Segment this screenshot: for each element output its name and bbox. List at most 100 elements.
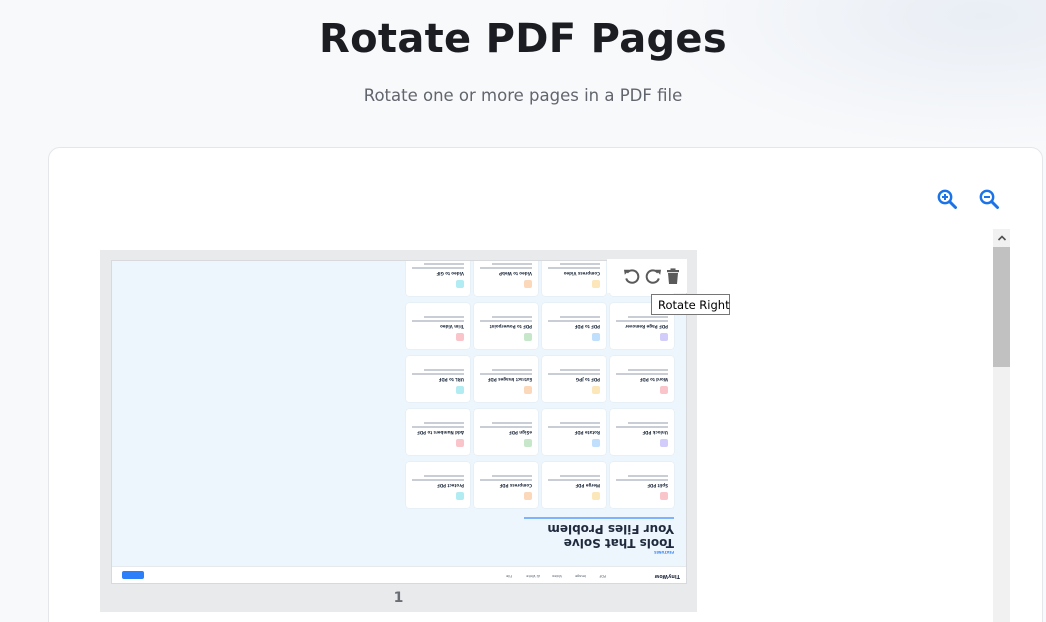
rotate-left-icon bbox=[624, 269, 640, 284]
thumbnail-tool-card: Compress PDF bbox=[474, 462, 538, 508]
delete-page-button[interactable] bbox=[663, 266, 683, 286]
thumbnail-tool-name: Video to GIF bbox=[436, 271, 464, 276]
thumbnail-tool-desc bbox=[560, 422, 600, 424]
thumbnail-tool-desc bbox=[560, 316, 600, 318]
thumbnail-tool-card: Trim Video bbox=[406, 303, 470, 349]
thumbnail-tool-icon bbox=[456, 386, 464, 394]
thumbnail-tool-name: Video to WebP bbox=[499, 271, 532, 276]
thumbnail-tool-desc bbox=[412, 320, 464, 322]
thumbnail-tool-card: Word to PDF bbox=[610, 356, 674, 402]
thumbnail-tool-icon bbox=[456, 492, 464, 500]
thumbnail-tool-card: Unlock PDF bbox=[610, 409, 674, 455]
thumbnail-nav-item: Image bbox=[575, 574, 586, 578]
thumbnail-tool-card: Compress Video bbox=[542, 261, 606, 296]
thumbnail-tool-desc bbox=[424, 263, 464, 265]
thumbnail-tool-name: Merge PDF bbox=[575, 483, 600, 488]
zoom-out-button[interactable] bbox=[977, 187, 1001, 211]
thumbnail-tool-icon bbox=[524, 492, 532, 500]
thumbnail-tool-desc bbox=[424, 422, 464, 424]
thumbnail-tool-card: Protect PDF bbox=[406, 462, 470, 508]
trash-icon bbox=[667, 268, 679, 284]
thumbnail-tool-name: PDF Page Remover bbox=[625, 324, 668, 329]
thumbnail-tool-card: Merge PDF bbox=[542, 462, 606, 508]
thumbnail-tool-name: eSign PDF bbox=[508, 430, 532, 435]
thumbnail-tool-name: Trim Video bbox=[440, 324, 464, 329]
thumbnail-nav-item: AI Write bbox=[526, 574, 540, 578]
thumbnail-tool-desc bbox=[628, 316, 668, 318]
rotate-left-button[interactable] bbox=[622, 266, 642, 286]
thumbnail-tool-card: eSign PDF bbox=[474, 409, 538, 455]
zoom-in-icon bbox=[937, 189, 957, 209]
thumbnail-tool-icon bbox=[660, 333, 668, 341]
thumbnail-tool-card: Video to GIF bbox=[406, 261, 470, 296]
zoom-in-button[interactable] bbox=[935, 187, 959, 211]
thumbnail-nav-button bbox=[122, 571, 144, 579]
thumbnail-tool-desc bbox=[548, 267, 600, 269]
thumbnail-nav-item: File bbox=[506, 574, 512, 578]
page-subtitle: Rotate one or more pages in a PDF file bbox=[363, 86, 683, 105]
thumbnail-navbar: TinyWow PDF Image Video AI Write File bbox=[112, 566, 686, 583]
thumbnail-tool-icon bbox=[660, 492, 668, 500]
thumbnail-heading-line: Your Files Problem bbox=[547, 522, 674, 537]
thumbnail-tool-name: Add Numbers to PDF bbox=[417, 430, 464, 435]
thumbnail-tool-desc bbox=[492, 422, 532, 424]
page-title: Rotate PDF Pages bbox=[319, 16, 727, 62]
scrollbar-thumb[interactable] bbox=[993, 247, 1010, 367]
thumbnail-tool-card: URL to PDF bbox=[406, 356, 470, 402]
thumbnail-tool-desc bbox=[412, 479, 464, 481]
thumbnail-tool-desc bbox=[628, 369, 668, 371]
thumbnail-tool-icon bbox=[456, 333, 464, 341]
thumbnail-tool-icon bbox=[524, 386, 532, 394]
thumbnail-subline bbox=[524, 517, 674, 519]
pdf-page-card[interactable]: TinyWow PDF Image Video AI Write File FE… bbox=[100, 250, 697, 612]
page-actions bbox=[607, 259, 687, 293]
thumbnail-nav-item: PDF bbox=[599, 574, 606, 578]
thumbnail-tool-card: Extract Images PDF bbox=[474, 356, 538, 402]
thumbnail-tool-card: Rotate PDF bbox=[542, 409, 606, 455]
thumbnail-tool-desc bbox=[548, 320, 600, 322]
thumbnail-tool-name: Compress PDF bbox=[499, 483, 532, 488]
thumbnail-tool-icon bbox=[456, 439, 464, 447]
thumbnail-tool-icon bbox=[592, 386, 600, 394]
thumbnail-tool-icon bbox=[524, 439, 532, 447]
thumbnail-tool-icon bbox=[592, 492, 600, 500]
thumbnail-tool-desc bbox=[492, 263, 532, 265]
thumbnail-tool-desc bbox=[492, 475, 532, 477]
thumbnail-tool-icon bbox=[524, 280, 532, 288]
scroll-up-button[interactable] bbox=[993, 229, 1010, 246]
thumbnail-tool-desc bbox=[492, 369, 532, 371]
thumbnail-tool-desc bbox=[560, 369, 600, 371]
thumbnail-nav-item: Video bbox=[552, 574, 562, 578]
thumbnail-tool-desc bbox=[560, 475, 600, 477]
rotate-right-tooltip: Rotate Right bbox=[651, 294, 730, 315]
thumbnail-tool-card: Video to WebP bbox=[474, 261, 538, 296]
thumbnail-tool-name: URL to PDF bbox=[438, 377, 464, 382]
thumbnail-tool-icon bbox=[592, 439, 600, 447]
thumbnail-tool-desc bbox=[412, 267, 464, 269]
thumbnail-tool-icon bbox=[456, 280, 464, 288]
thumbnail-logo: TinyWow bbox=[654, 573, 680, 579]
thumbnail-tool-card: Add Numbers to PDF bbox=[406, 409, 470, 455]
thumbnail-tool-desc bbox=[480, 373, 532, 375]
thumbnail-tool-desc bbox=[548, 426, 600, 428]
thumbnail-tool-desc bbox=[616, 479, 668, 481]
thumbnail-tool-desc bbox=[628, 475, 668, 477]
thumbnail-tool-card: PDF to PDF bbox=[542, 303, 606, 349]
thumbnail-tool-card: PDF to Powerpoint bbox=[474, 303, 538, 349]
vertical-scrollbar[interactable] bbox=[993, 229, 1010, 622]
zoom-out-icon bbox=[979, 189, 999, 209]
thumbnail-tool-desc bbox=[424, 369, 464, 371]
thumbnail-tool-desc bbox=[412, 426, 464, 428]
thumbnail-hero: FEATURES Tools That Solve Your Files Pro… bbox=[112, 261, 686, 566]
thumbnail-tool-desc bbox=[480, 267, 532, 269]
thumbnail-tool-name: Protect PDF bbox=[437, 483, 464, 488]
thumbnail-tool-desc bbox=[412, 373, 464, 375]
rotate-right-button[interactable] bbox=[643, 266, 663, 286]
thumbnail-tool-desc bbox=[548, 373, 600, 375]
thumbnail-tool-name: Extract Images PDF bbox=[487, 377, 532, 382]
rotated-page-content: TinyWow PDF Image Video AI Write File FE… bbox=[112, 261, 686, 583]
rotate-right-icon bbox=[645, 269, 661, 284]
thumbnail-tool-desc bbox=[616, 373, 668, 375]
thumbnail-tool-desc bbox=[424, 316, 464, 318]
thumbnail-tool-icon bbox=[660, 439, 668, 447]
